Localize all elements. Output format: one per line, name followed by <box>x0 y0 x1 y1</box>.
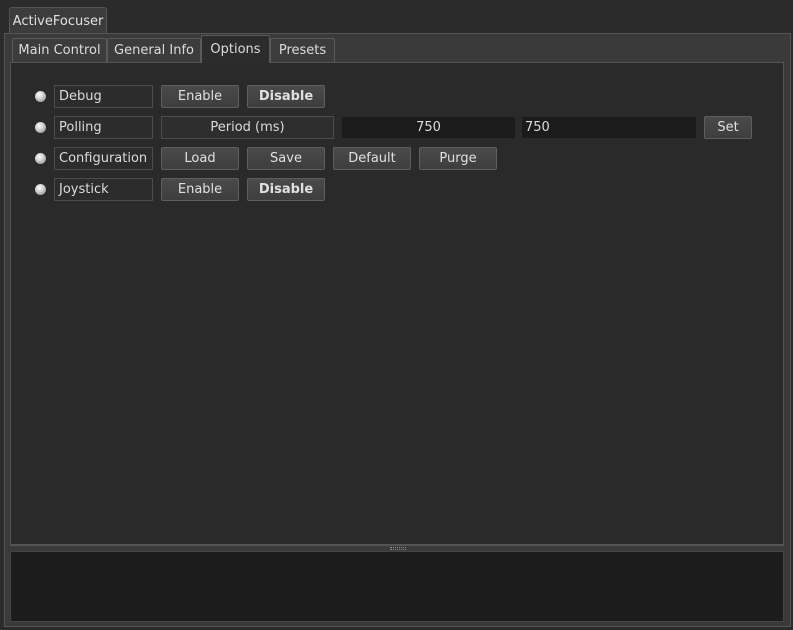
polling-status-led-icon <box>35 122 46 133</box>
configuration-status-led-icon <box>35 153 46 164</box>
polling-period-label: Period (ms) <box>161 116 334 139</box>
configuration-label: Configuration <box>54 147 153 170</box>
tab-label: General Info <box>114 43 194 58</box>
tab-label: Options <box>210 42 261 57</box>
tab-label: Main Control <box>18 43 101 58</box>
configuration-load-button[interactable]: Load <box>161 147 239 170</box>
debug-disable-button[interactable]: Disable <box>247 85 325 108</box>
polling-label: Polling <box>54 116 153 139</box>
message-log-area[interactable] <box>10 551 784 622</box>
configuration-default-button[interactable]: Default <box>333 147 411 170</box>
joystick-label: Joystick <box>54 178 153 201</box>
splitter-grip-icon <box>390 547 406 550</box>
tab-options[interactable]: Options <box>201 35 270 63</box>
device-tab-label: ActiveFocuser <box>12 13 104 29</box>
joystick-disable-button[interactable]: Disable <box>247 178 325 201</box>
polling-period-input[interactable]: 750 <box>521 116 697 139</box>
polling-period-current-value: 750 <box>341 116 516 139</box>
debug-enable-button[interactable]: Enable <box>161 85 239 108</box>
debug-label: Debug <box>54 85 153 108</box>
joystick-status-led-icon <box>35 184 46 195</box>
configuration-save-button[interactable]: Save <box>247 147 325 170</box>
tab-presets[interactable]: Presets <box>270 38 335 62</box>
tab-label: Presets <box>278 43 327 58</box>
configuration-purge-button[interactable]: Purge <box>419 147 497 170</box>
device-tab-activefocuser[interactable]: ActiveFocuser <box>9 7 107 34</box>
joystick-enable-button[interactable]: Enable <box>161 178 239 201</box>
tab-general-info[interactable]: General Info <box>107 38 201 62</box>
tab-main-control[interactable]: Main Control <box>12 38 107 62</box>
debug-status-led-icon <box>35 91 46 102</box>
polling-set-button[interactable]: Set <box>704 116 752 139</box>
